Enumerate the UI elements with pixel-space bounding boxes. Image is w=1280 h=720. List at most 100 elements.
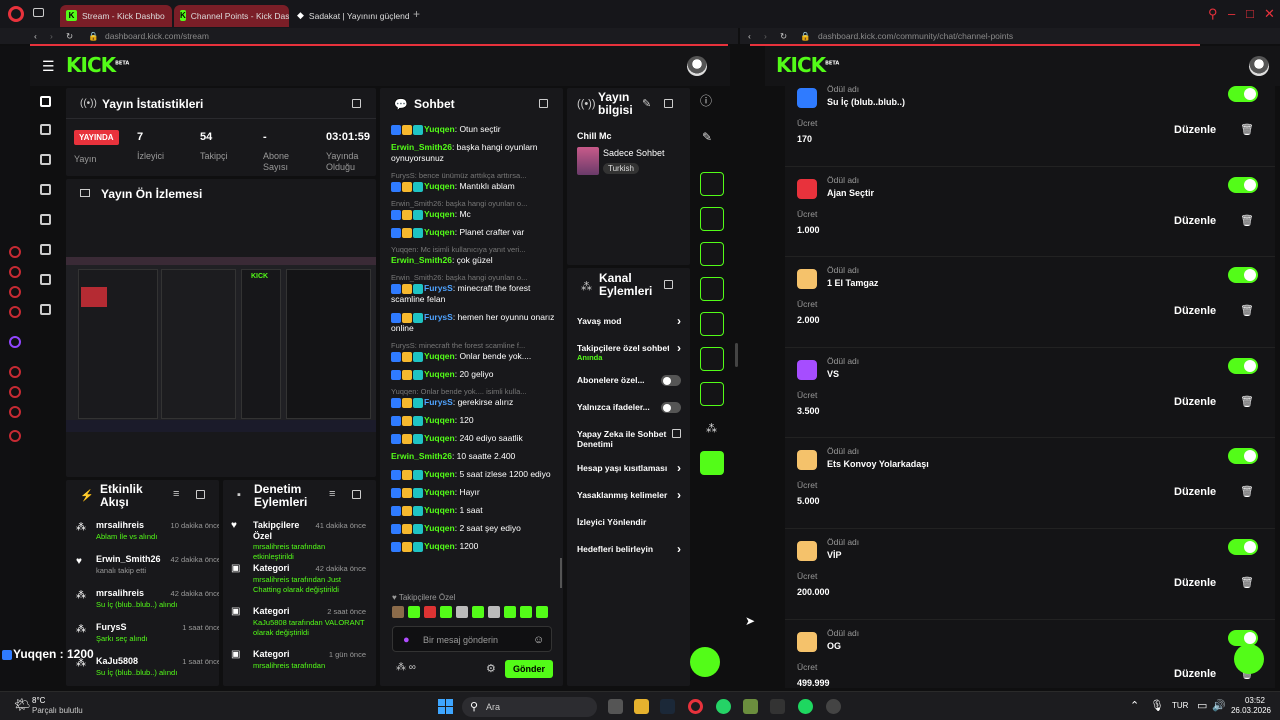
chat-username[interactable]: Yuqqen <box>424 227 455 237</box>
steam-icon[interactable] <box>660 699 675 714</box>
chat-username[interactable]: Erwin_Smith26 <box>391 142 452 152</box>
tab-sadakat[interactable]: ◆ Sadakat | Yayınını güçlend <box>291 5 409 27</box>
trash-icon[interactable]: 🗑 <box>1240 485 1254 498</box>
whatsapp-icon[interactable] <box>9 286 21 298</box>
reload-icon[interactable]: ↻ <box>66 31 73 42</box>
search-box[interactable]: ⚲ Ara <box>462 697 597 717</box>
chat-username[interactable]: Yuqqen <box>424 369 455 379</box>
external-link-icon[interactable] <box>672 429 681 438</box>
chat-username[interactable]: FurysS <box>424 397 453 407</box>
chat-username[interactable]: Yuqqen <box>424 505 455 515</box>
rail-button-4[interactable] <box>700 277 724 301</box>
channel-action-item[interactable]: Yalnızca ifadeler... <box>577 402 681 429</box>
chat-username[interactable]: Yuqqen <box>424 487 455 497</box>
chat-input[interactable]: ● Bir mesaj gönderin ☺ <box>392 626 552 652</box>
reward-toggle[interactable] <box>1228 448 1258 465</box>
chat-username[interactable]: Yuqqen <box>424 181 455 191</box>
trash-icon[interactable]: 🗑 <box>1240 304 1254 317</box>
chat-message[interactable]: Yuqqen: Otun seçtir <box>391 124 557 135</box>
chat-reply-ref[interactable]: FurysS: bence ünümüz arttıkça arttırsa..… <box>391 171 557 180</box>
file-explorer-icon[interactable] <box>634 699 649 714</box>
trophy-nav-icon[interactable] <box>40 184 51 195</box>
rail-button-3[interactable] <box>700 242 724 266</box>
activity-user[interactable]: mrsalihreis <box>96 588 144 598</box>
chat-message[interactable]: Yuqqen: 1 saat <box>391 505 557 516</box>
edit-reward-button[interactable]: Düzenle <box>1174 486 1216 498</box>
minimize-icon[interactable]: – <box>1228 6 1235 21</box>
chat-username[interactable]: Yuqqen <box>424 469 455 479</box>
avatar[interactable] <box>1249 56 1269 76</box>
messenger-icon[interactable] <box>9 246 21 258</box>
reward-toggle[interactable] <box>1228 267 1258 284</box>
chat-message[interactable]: Erwin_Smith26: başka hangi oyunları o...… <box>391 199 557 220</box>
trash-icon[interactable]: 🗑 <box>1240 576 1254 589</box>
chat-message[interactable]: Yuqqen: 2 saat şey ediyo <box>391 523 557 534</box>
chat-message[interactable]: Yuqqen: Mc isimli kullanıcıya yanıt veri… <box>391 245 557 266</box>
chat-reply-ref[interactable]: FurysS: minecraft the forest scamline f.… <box>391 341 557 350</box>
chat-scrollbar[interactable] <box>560 558 562 588</box>
left-url[interactable]: dashboard.kick.com/stream <box>105 31 209 41</box>
mic-icon[interactable]: 🎙 <box>1150 699 1164 712</box>
chat-message[interactable]: Yuqqen: Planet crafter var <box>391 227 557 238</box>
avatar[interactable] <box>687 56 707 76</box>
wrench-nav-icon[interactable] <box>40 244 51 255</box>
popout-icon[interactable] <box>196 490 205 499</box>
kick-logo[interactable]: KICKBETA <box>776 53 839 77</box>
settings-icon[interactable] <box>9 430 21 442</box>
channel-action-item[interactable]: Yasaklanmış kelimeler › <box>577 489 681 517</box>
chat-username[interactable]: Yuqqen <box>424 541 455 551</box>
chat-message[interactable]: Yuqqen: Onlar bende yok.... isimli kulla… <box>391 387 557 408</box>
chat-message[interactable]: FurysS: hemen her oyunnu onarız online <box>391 312 557 334</box>
back-icon[interactable]: ‹ <box>748 31 751 41</box>
channel-action-item[interactable]: Yapay Zeka ile Sohbet Denetimi <box>577 429 681 463</box>
windows-start-icon[interactable] <box>438 699 453 714</box>
chat-reply-ref[interactable]: Yuqqen: Onlar bende yok.... isimli kulla… <box>391 387 557 396</box>
emote-row[interactable] <box>392 606 552 620</box>
link-nav-icon[interactable] <box>40 124 51 135</box>
edit-icon[interactable]: ✎ <box>642 97 651 110</box>
trash-icon[interactable]: 🗑 <box>1240 214 1254 227</box>
reward-toggle[interactable] <box>1228 357 1258 374</box>
trash-icon[interactable]: 🗑 <box>1240 395 1254 408</box>
search-tabs-icon[interactable]: ⚲ <box>1208 6 1218 22</box>
chat-username[interactable]: Erwin_Smith26 <box>391 255 452 265</box>
edit-reward-button[interactable]: Düzenle <box>1174 124 1216 136</box>
spotify-icon[interactable] <box>798 699 813 714</box>
opera-taskbar-icon[interactable] <box>688 699 703 714</box>
reward-toggle[interactable] <box>1228 629 1258 646</box>
popout-icon[interactable] <box>352 490 361 499</box>
channel-action-item[interactable]: Yavaş mod › <box>577 315 681 343</box>
toggle-switch[interactable] <box>660 402 681 413</box>
menu-icon[interactable]: ☰ <box>42 58 55 75</box>
chat-message[interactable]: Yuqqen: 1200 <box>391 541 557 552</box>
chat-message[interactable]: Yuqqen: Hayır <box>391 487 557 498</box>
tab-stream[interactable]: K Stream - Kick Dashbo <box>60 4 172 27</box>
trash-icon[interactable]: 🗑 <box>1240 123 1254 136</box>
help-button[interactable] <box>1234 644 1264 674</box>
rail-button-1[interactable] <box>700 172 724 196</box>
whatsapp-icon[interactable] <box>716 699 731 714</box>
chat-message[interactable]: Yuqqen: 240 ediyo saatlik <box>391 433 557 444</box>
chat-username[interactable]: Yuqqen <box>424 209 455 219</box>
chat-reply-ref[interactable]: Erwin_Smith26: başka hangi oyunları o... <box>391 273 557 282</box>
rail-button-6[interactable] <box>700 347 724 371</box>
chat-username[interactable]: FurysS <box>424 312 453 322</box>
help-button[interactable] <box>690 647 720 677</box>
minecraft-icon[interactable] <box>743 699 758 714</box>
filter-icon[interactable]: ≡ <box>329 488 335 500</box>
network-icon[interactable]: ▭ <box>1197 699 1207 712</box>
reward-toggle[interactable] <box>1228 538 1258 555</box>
points-icon[interactable]: ⁂ ∞ <box>396 662 416 673</box>
opera-logo-icon[interactable] <box>8 6 24 22</box>
close-icon[interactable]: ✕ <box>1264 6 1275 22</box>
rail-green-button[interactable] <box>700 451 724 475</box>
instagram-icon[interactable] <box>9 266 21 278</box>
info-icon[interactable]: ⓘ <box>700 92 712 109</box>
task-view-icon[interactable] <box>608 699 623 714</box>
edit-reward-button[interactable]: Düzenle <box>1174 668 1216 680</box>
split-handle[interactable] <box>735 343 738 367</box>
points-icon[interactable]: ⁂ <box>706 422 717 435</box>
activity-user[interactable]: Erwin_Smith26 <box>96 554 161 564</box>
community-nav-icon[interactable] <box>40 274 51 285</box>
volume-icon[interactable]: 🔊 <box>1212 699 1226 712</box>
